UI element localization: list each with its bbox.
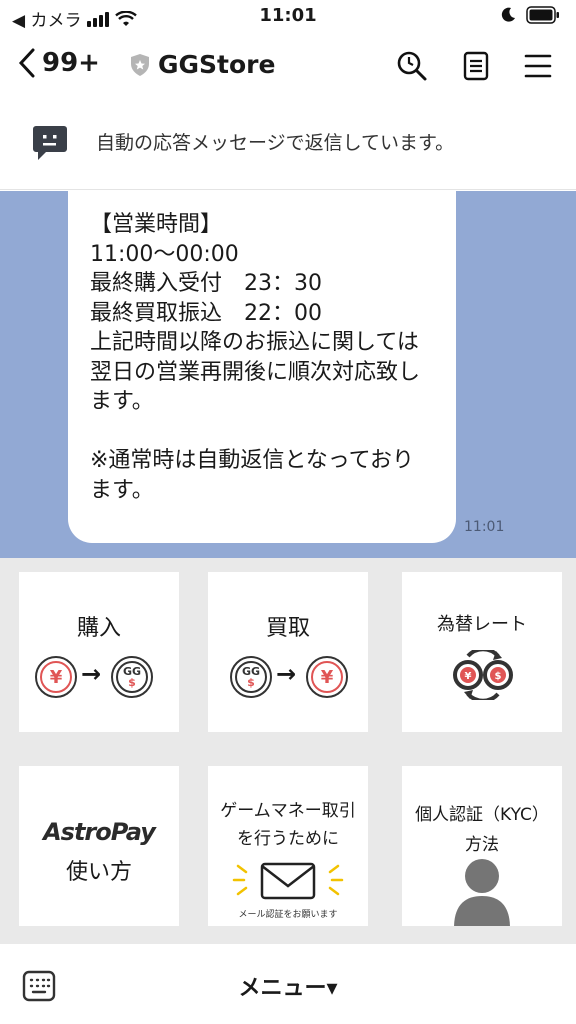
tile-title: ゲームマネー取引 [220,801,356,821]
shield-icon [131,53,149,76]
chat-title[interactable]: GGStore [130,50,275,79]
person-icon [454,859,510,926]
unread-count: 99+ [42,48,100,78]
gg-coin-icon: GG $ [111,656,153,698]
menu-tile-purchase[interactable]: 購入 ¥ → GG $ [19,572,179,732]
battery-icon [526,6,559,24]
arrow-right-icon: → [81,660,102,688]
tile-title: 買取 [265,616,310,641]
menu-tile-exchange-rate[interactable]: 為替レート ¥ $ [402,572,562,732]
gg-coin-icon: GG $ [230,656,272,698]
message-text: でお問い合わせください。 【営業時間】 11:00〜00:00 最終購入受付 2… [90,212,421,503]
chat-bubble-icon [33,126,67,160]
page-title: GGStore [158,50,276,79]
auto-reply-notice: 自動の応答メッセージで返信しています。 [0,98,576,190]
chat-header: 99+ GGStore [0,34,576,98]
message-time: 11:01 [464,519,505,535]
tile-subtitle: 使い方 [65,860,132,885]
moon-icon [501,7,515,22]
chat-area[interactable]: でお問い合わせください。 【営業時間】 11:00〜00:00 最終購入受付 2… [0,191,576,558]
back-button[interactable]: 99+ [18,48,100,78]
tile-title: 購入 [76,616,121,641]
tile-subtitle: 方法 [465,835,499,855]
menu-icon[interactable] [524,50,552,82]
header-actions [396,50,552,82]
message-bubble[interactable]: でお問い合わせください。 【営業時間】 11:00〜00:00 最終購入受付 2… [68,191,456,543]
menu-tile-buyback[interactable]: 買取 GG $ → ¥ [208,572,368,732]
astropay-logo: AstroPay [43,818,156,846]
yen-coin-icon: ¥ [306,656,348,698]
yen-coin-icon: ¥ [35,656,77,698]
tile-caption: メール認証をお願います [238,910,338,920]
status-bar: ◀ カメラ 11:01 [0,0,576,34]
notes-icon[interactable] [462,50,490,82]
menu-tile-kyc[interactable]: 個人認証（KYC） 方法 [402,766,562,926]
currency-exchange-icon: ¥ $ [453,650,513,700]
status-right [500,6,560,24]
svg-text:$: $ [495,671,502,682]
svg-text:¥: ¥ [465,671,472,682]
status-time: 11:01 [259,5,317,26]
arrow-right-icon: → [276,660,297,688]
menu-tile-game-money[interactable]: ゲームマネー取引 を行うために メール認証をお願います [208,766,368,926]
search-icon[interactable] [396,50,428,82]
mail-icon [232,862,344,900]
notice-text: 自動の応答メッセージで返信しています。 [96,132,455,154]
bottom-bar: メニュー▾ [0,944,576,1024]
menu-toggle-button[interactable]: メニュー▾ [0,970,576,1002]
menu-tile-astropay[interactable]: AstroPay 使い方 [19,766,179,926]
tile-title: 個人認証（KYC） [415,805,549,825]
rich-menu: 購入 ¥ → GG $ 買取 GG $ → ¥ 為替レート ¥ $ AstroPay… [0,558,576,944]
tile-title: 為替レート [437,614,527,635]
tile-subtitle: を行うために [237,829,339,849]
chevron-left-icon [18,48,35,78]
